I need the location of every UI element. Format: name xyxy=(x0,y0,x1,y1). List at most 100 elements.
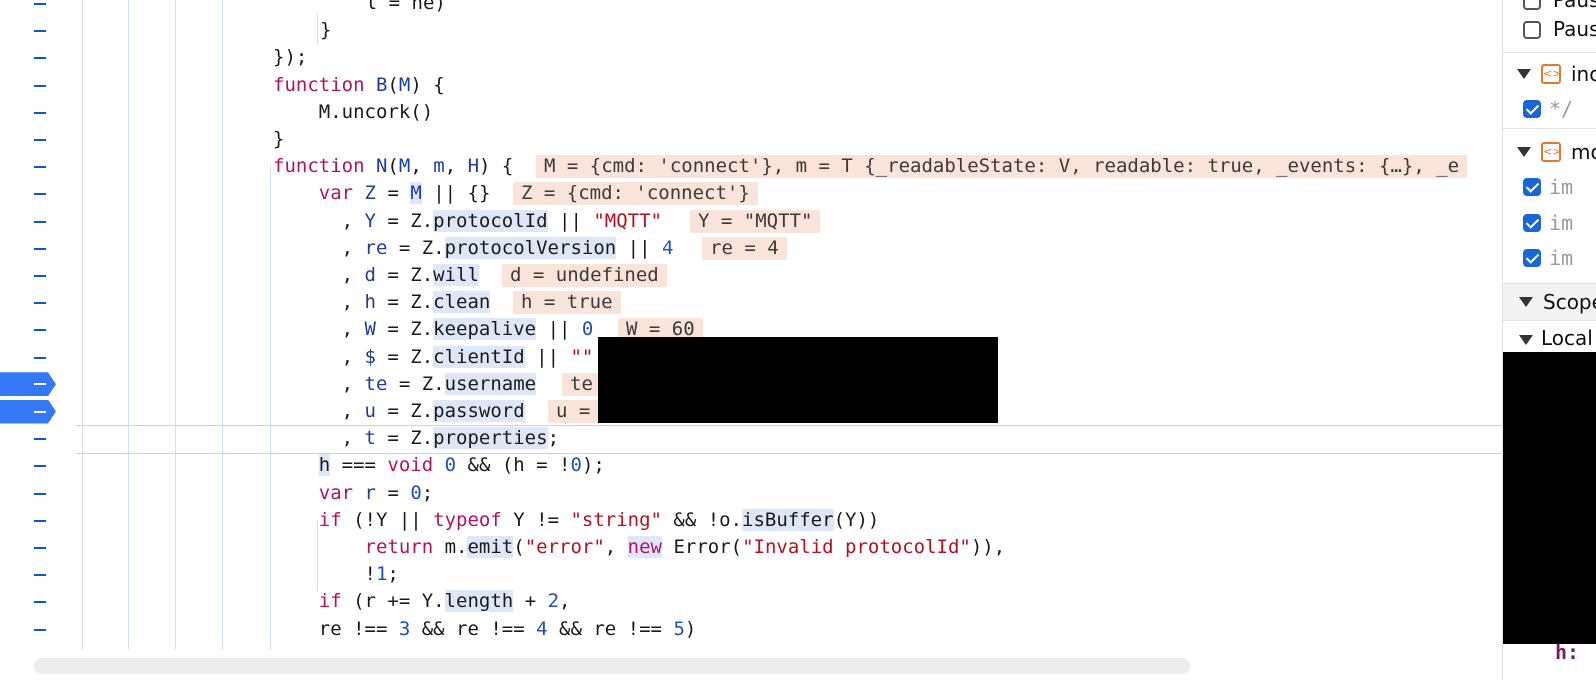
breakpoint-marker[interactable] xyxy=(0,372,56,397)
chevron-down-icon[interactable] xyxy=(1517,147,1531,157)
gutter-line-marker[interactable] xyxy=(34,84,46,87)
code-token[interactable]: protocolId xyxy=(433,209,548,232)
gutter-line-marker[interactable] xyxy=(34,438,46,441)
gutter-line-marker[interactable] xyxy=(34,329,46,332)
chevron-down-icon[interactable] xyxy=(1517,69,1531,79)
inline-value-preview: d = undefined xyxy=(502,264,667,287)
gutter-line-marker[interactable] xyxy=(34,111,46,114)
code-token[interactable]: emit xyxy=(467,536,514,558)
chevron-down-icon[interactable] xyxy=(1519,297,1533,307)
breakpoint-checkbox[interactable] xyxy=(1523,178,1541,196)
pause-checkbox-1[interactable] xyxy=(1523,0,1541,10)
code-token: } xyxy=(273,128,285,150)
code-token: 0 xyxy=(410,481,422,504)
code-token[interactable]: will xyxy=(433,264,479,286)
code-line: l = ne) xyxy=(320,0,446,17)
pause-option-2[interactable]: Paus xyxy=(1503,13,1596,49)
breakpoint-source-1[interactable]: <> inc xyxy=(1503,56,1596,92)
breakpoint-text: */ xyxy=(1549,97,1574,121)
breakpoint-checkbox[interactable] xyxy=(1523,100,1541,118)
scopes-header[interactable]: Scope xyxy=(1503,283,1596,321)
gutter-line-marker[interactable] xyxy=(34,547,46,549)
code-token: } xyxy=(320,19,332,42)
code-token[interactable]: isBuffer xyxy=(742,508,834,531)
code-token: te xyxy=(364,372,388,395)
code-token: , xyxy=(273,264,365,286)
breakpoint-marker[interactable] xyxy=(0,399,56,424)
horizontal-scrollbar[interactable] xyxy=(34,658,1190,674)
breakpoint-item[interactable]: */ xyxy=(1503,91,1596,127)
inline-value-preview: M = {cmd: 'connect'}, m = T {_readableSt… xyxy=(536,155,1468,179)
gutter-line-marker[interactable] xyxy=(34,275,46,277)
gutter-line-marker[interactable] xyxy=(34,3,46,5)
code-token[interactable]: new xyxy=(627,536,662,558)
pause-checkbox-2[interactable] xyxy=(1523,21,1541,39)
code-token: ); xyxy=(581,454,605,477)
code-line: return m.emit("error", new Error("Invali… xyxy=(273,534,1005,561)
code-line: M.uncork() xyxy=(273,99,433,126)
scopes-title: Scope xyxy=(1543,290,1596,314)
gutter-line-marker[interactable] xyxy=(34,519,46,522)
code-token: var xyxy=(318,481,354,504)
code-token: , xyxy=(273,209,365,232)
gutter-line-marker[interactable] xyxy=(34,166,46,169)
code-token: (r += Y. xyxy=(341,590,445,613)
code-token[interactable]: username xyxy=(444,372,537,395)
code-token: || xyxy=(547,209,594,232)
gutter-line-marker[interactable] xyxy=(34,492,46,495)
code-token[interactable]: properties xyxy=(433,427,548,450)
code-token[interactable]: M xyxy=(410,182,422,205)
code-token[interactable]: length xyxy=(444,590,514,613)
breakpoint-item[interactable]: im xyxy=(1503,169,1596,205)
gutter-line-marker[interactable] xyxy=(34,465,46,468)
inline-value-preview: u = xyxy=(548,400,599,423)
code-token: || xyxy=(536,318,582,341)
gutter-line-marker[interactable] xyxy=(34,302,46,305)
code-line: , te = Z.username xyxy=(273,371,537,398)
breakpoint-text: im xyxy=(1549,246,1574,270)
code-token: l = ne) xyxy=(365,0,446,14)
gutter-line-marker[interactable] xyxy=(34,57,46,60)
code-line: , $ = Z.clientId || "" xyxy=(273,344,593,371)
code-token: if xyxy=(318,508,342,531)
code-line: , re = Z.protocolVersion || 4 xyxy=(273,235,673,262)
gutter-line-marker[interactable] xyxy=(34,30,46,33)
gutter-line-marker[interactable] xyxy=(34,601,46,604)
inline-value-preview: Y = "MQTT" xyxy=(690,209,821,233)
indent-guide xyxy=(317,13,318,44)
gutter-line-marker[interactable] xyxy=(34,574,46,577)
code-token: M.uncork() xyxy=(273,100,434,123)
gutter-line-marker[interactable] xyxy=(34,356,46,359)
code-editor[interactable]: l = ne)}}); function B(M) { M.uncork()} fu… xyxy=(0,0,1502,680)
code-token: , xyxy=(273,236,365,259)
code-token[interactable]: h xyxy=(318,454,331,477)
code-token: = Z. xyxy=(375,318,434,341)
gutter-line-marker[interactable] xyxy=(34,628,46,631)
breakpoint-checkbox[interactable] xyxy=(1523,249,1541,267)
code-token[interactable]: clientId xyxy=(433,345,525,368)
breakpoint-source-2[interactable]: <> mo xyxy=(1503,134,1596,170)
code-token: = xyxy=(376,182,411,205)
code-token: && re !== xyxy=(547,617,674,640)
code-token[interactable]: clean xyxy=(433,291,491,314)
code-token: , xyxy=(273,345,365,368)
gutter-line-marker[interactable] xyxy=(34,220,46,223)
code-token: , xyxy=(273,318,365,341)
code-token: ; xyxy=(547,427,560,450)
gutter-line-marker[interactable] xyxy=(34,193,46,196)
gutter-line-marker[interactable] xyxy=(34,247,46,250)
code-token[interactable]: password xyxy=(433,400,525,422)
code-token[interactable]: protocolVersion xyxy=(444,236,617,259)
chevron-down-icon[interactable] xyxy=(1519,335,1533,345)
code-token: 4 xyxy=(661,236,674,259)
gutter-line-marker[interactable] xyxy=(34,139,46,141)
breakpoint-item[interactable]: im xyxy=(1503,205,1596,241)
code-token: = Z. xyxy=(375,291,434,314)
code-token[interactable]: keepalive xyxy=(433,318,537,341)
code-token: ) { xyxy=(410,73,445,96)
breakpoint-item[interactable]: im xyxy=(1503,240,1596,276)
breakpoint-checkbox[interactable] xyxy=(1523,214,1541,232)
code-line: } xyxy=(273,126,284,153)
